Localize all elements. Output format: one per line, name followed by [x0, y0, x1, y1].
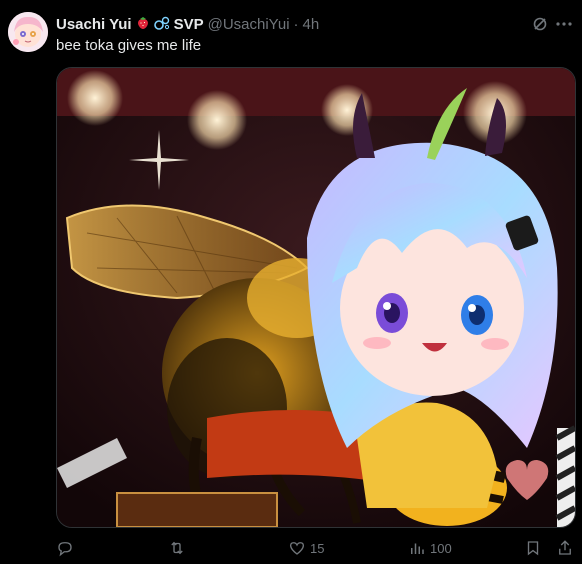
grok-icon[interactable] — [532, 16, 548, 32]
repost-icon — [171, 541, 183, 555]
like-count: 15 — [310, 540, 325, 556]
post-actions: 15 100 — [56, 536, 576, 560]
avatar-image — [8, 12, 48, 52]
share-button[interactable] — [556, 536, 574, 560]
reply-icon — [58, 542, 72, 557]
like-button[interactable]: 15 — [288, 536, 324, 560]
avatar[interactable] — [8, 12, 48, 52]
more-options-icon[interactable] — [554, 14, 574, 34]
post-image[interactable] — [56, 67, 576, 528]
timestamp[interactable]: 4h — [303, 16, 320, 33]
post-text: bee toka gives me life — [56, 37, 202, 54]
views-count: 100 — [430, 540, 452, 556]
author-handle[interactable]: @UsachiYui — [208, 16, 290, 33]
anime-bee-girl-illustration — [57, 68, 575, 527]
bookmark-icon — [527, 541, 539, 556]
heart-icon — [289, 542, 305, 555]
bubbles-icon — [153, 16, 170, 33]
views-icon — [411, 543, 424, 554]
views-button[interactable]: 100 — [408, 536, 452, 560]
author-name[interactable]: Usachi Yui — [56, 16, 132, 33]
bookmark-button[interactable] — [524, 536, 542, 560]
reply-button[interactable] — [56, 536, 78, 560]
share-icon — [559, 540, 571, 555]
strawberry-icon — [136, 16, 150, 33]
post-header: Usachi Yui SVP @UsachiYui · 4h — [56, 14, 570, 34]
author-tag: SVP — [173, 15, 204, 33]
tweet[interactable]: Usachi Yui SVP @UsachiYui · 4h bee toka … — [0, 0, 582, 564]
separator: · — [293, 15, 299, 33]
repost-button[interactable] — [168, 536, 190, 560]
